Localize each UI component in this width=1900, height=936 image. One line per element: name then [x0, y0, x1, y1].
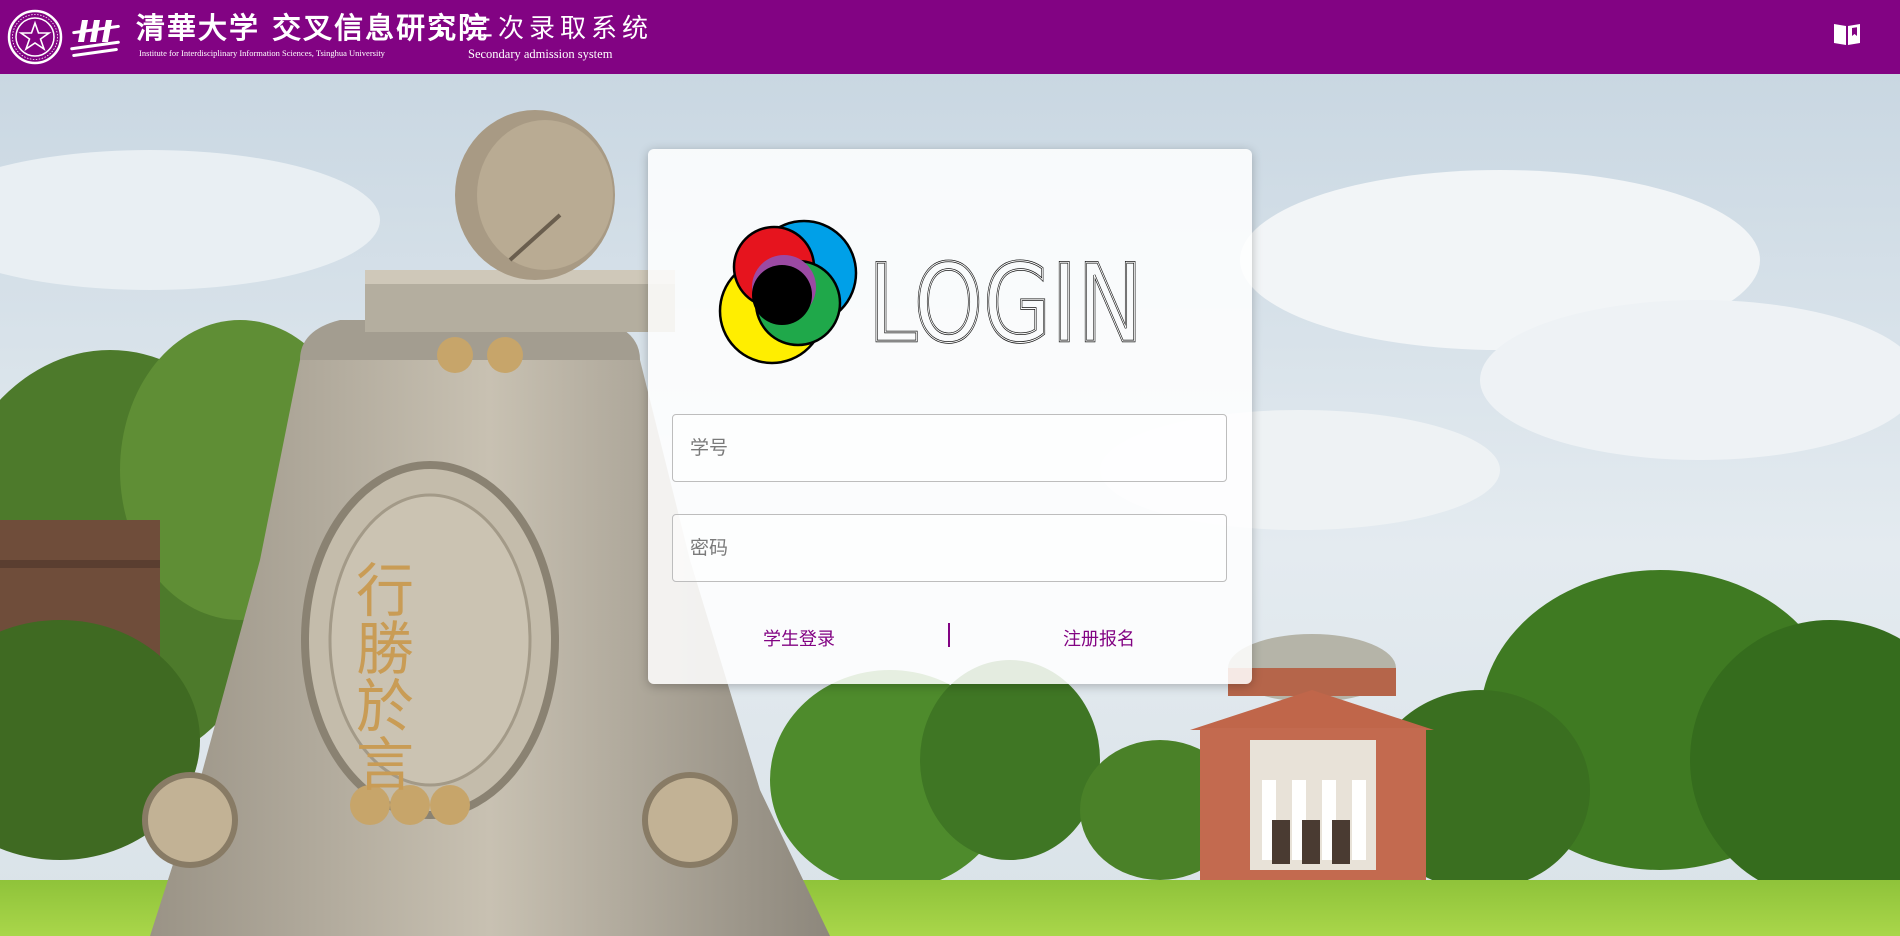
- separator-dot: [438, 31, 444, 37]
- iiis-logo-icon: [70, 20, 120, 57]
- monument-inscription: 行勝於言: [346, 560, 414, 792]
- system-chinese-title: 二次录取系统: [467, 14, 654, 44]
- login-card: LOGIN LOGIN 学生登录 注册报名: [648, 149, 1252, 684]
- system-english-title: Secondary admission system: [468, 47, 613, 61]
- brand-english-title: Institute for Interdisciplinary Informat…: [139, 48, 385, 58]
- login-logo: LOGIN LOGIN: [718, 219, 1144, 368]
- tsinghua-seal-icon: [7, 9, 63, 65]
- register-link[interactable]: 注册报名: [1063, 625, 1135, 651]
- login-heading-inner-line: LOGIN: [868, 242, 1143, 367]
- password-input[interactable]: [672, 514, 1227, 582]
- link-divider: [948, 623, 950, 647]
- brand-chinese-title: 清華大学 交叉信息研究院: [136, 11, 490, 45]
- student-id-input[interactable]: [672, 414, 1227, 482]
- top-header: 清華大学 交叉信息研究院 Institute for Interdiscipli…: [0, 0, 1900, 74]
- student-login-link[interactable]: 学生登录: [763, 625, 835, 651]
- book-icon[interactable]: [1832, 21, 1862, 47]
